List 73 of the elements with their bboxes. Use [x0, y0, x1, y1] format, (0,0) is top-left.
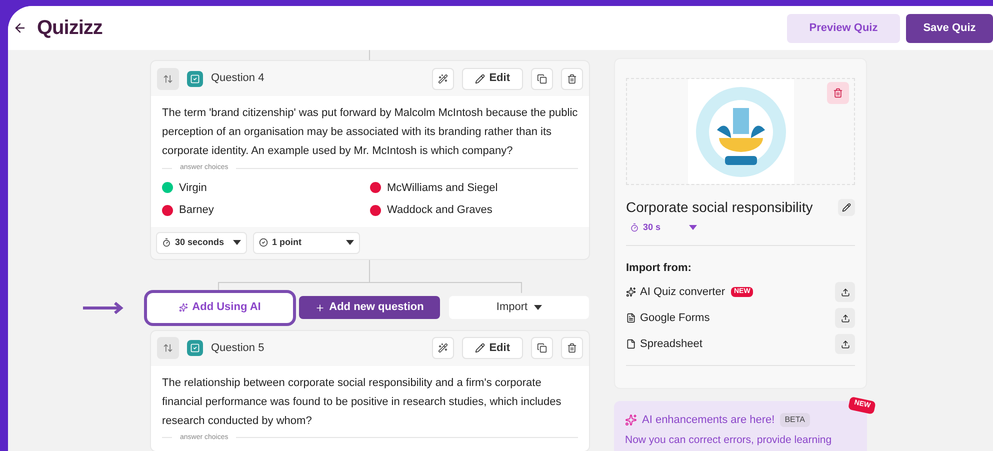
arrow-icon	[83, 302, 125, 314]
time-dropdown[interactable]: 30 s	[630, 221, 697, 234]
answer-choice: Barney	[179, 203, 214, 218]
document-icon	[626, 313, 636, 323]
pencil-icon	[475, 74, 486, 84]
reorder-button[interactable]	[157, 68, 179, 90]
upload-button[interactable]	[835, 334, 855, 354]
upload-icon	[840, 288, 850, 296]
duplicate-button[interactable]	[531, 337, 553, 359]
trash-icon	[567, 74, 577, 84]
edit-button[interactable]: Edit	[462, 68, 523, 90]
answer-choice: McWilliams and Siegel	[387, 180, 498, 196]
caret-icon	[233, 240, 241, 245]
delete-button[interactable]	[561, 337, 583, 359]
upload-button[interactable]	[835, 282, 855, 302]
edit-title-button[interactable]	[838, 199, 855, 216]
points-dropdown[interactable]: 1 point	[253, 232, 360, 254]
reorder-button[interactable]	[157, 337, 179, 359]
ai-enhance-button[interactable]	[432, 68, 454, 90]
add-question-button[interactable]: Add new question	[299, 296, 440, 319]
import-option[interactable]: AI Quiz converter	[640, 284, 725, 300]
import-option[interactable]: Google Forms	[640, 310, 710, 326]
logo: Quizizz	[37, 16, 102, 41]
checkbox-icon	[190, 74, 200, 84]
import-dropdown[interactable]: Import	[449, 296, 589, 319]
sparkle-icon	[179, 303, 188, 312]
delete-image-button[interactable]	[827, 82, 849, 104]
caret-icon	[534, 305, 542, 310]
copy-icon	[537, 343, 547, 353]
question-title: Question 5	[211, 340, 264, 356]
delete-button[interactable]	[561, 68, 583, 90]
add-using-ai-button[interactable]: Add Using AI	[147, 292, 293, 322]
import-option[interactable]: Spreadsheet	[640, 336, 702, 352]
sparkle-icon	[625, 414, 637, 426]
question-text: The relationship between corporate social responsibility and a firm's corporate financial performance was found to be positive in research studies, which includes research conducted by whom?	[162, 376, 562, 428]
back-icon[interactable]	[13, 21, 27, 35]
duplicate-button[interactable]	[531, 68, 553, 90]
sparkle-icon	[626, 287, 636, 297]
upload-button[interactable]	[835, 308, 855, 328]
ai-enhance-button[interactable]	[432, 337, 454, 359]
upload-icon	[840, 340, 850, 348]
checkbox-icon	[190, 343, 200, 353]
quiz-title: Corporate social responsibility	[626, 198, 813, 217]
preview-button[interactable]: Preview Quiz	[787, 14, 900, 42]
banner-title: AI enhancements are here!	[642, 413, 775, 428]
reorder-icon	[163, 343, 173, 353]
trash-icon	[567, 343, 577, 353]
question-title: Question 4	[211, 71, 264, 86]
reorder-icon	[163, 74, 173, 84]
edit-button[interactable]: Edit	[462, 337, 523, 359]
caret-icon	[346, 240, 354, 245]
pencil-icon	[842, 203, 851, 212]
magic-wand-icon	[438, 343, 448, 353]
beta-badge: BETA	[780, 413, 810, 428]
check-circle-icon	[259, 238, 268, 247]
time-dropdown[interactable]: 30 seconds	[156, 232, 247, 254]
answer-choice: Waddock and Graves	[387, 203, 492, 218]
upload-icon	[840, 314, 850, 322]
stopwatch-icon	[162, 238, 171, 247]
plus-icon	[315, 302, 326, 312]
pencil-icon	[475, 343, 486, 353]
stopwatch-icon	[630, 223, 639, 232]
magic-wand-icon	[438, 74, 448, 84]
answer-choice: Virgin	[179, 180, 207, 196]
caret-icon	[688, 225, 697, 230]
trash-icon	[833, 88, 843, 98]
file-icon	[626, 339, 636, 349]
import-heading: Import from:	[626, 260, 692, 276]
save-button[interactable]: Save Quiz	[906, 14, 993, 42]
question-text: The term 'brand citizenship' was put forward by Malcolm McIntosh because the public perception of an organisation may be associated with its branding rather than its corporate identity. An example used by Mr. McIntosh is which company?	[162, 106, 578, 159]
copy-icon	[537, 74, 547, 84]
connector-line	[369, 50, 370, 60]
banner-text: Now you can correct errors, provide learning	[625, 432, 833, 448]
